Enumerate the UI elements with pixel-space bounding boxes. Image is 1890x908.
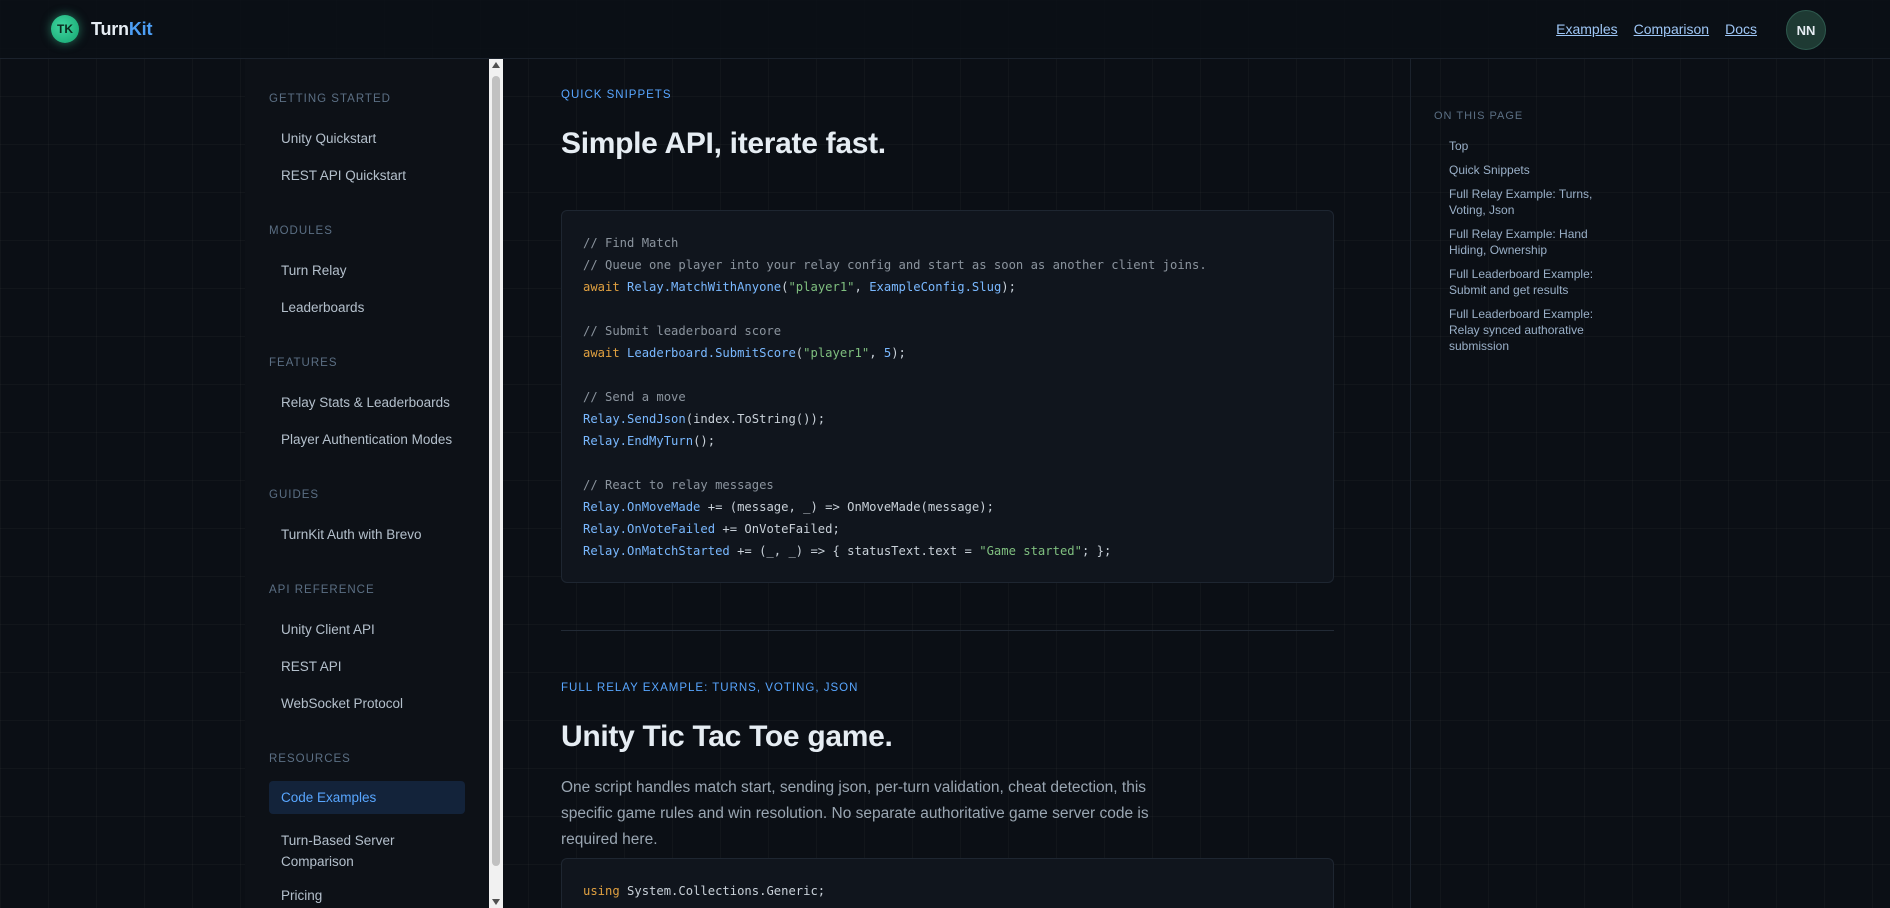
sidebar-section-title: GUIDES <box>269 489 320 501</box>
sidebar-item-unity-client-api[interactable]: Unity Client API <box>269 613 465 646</box>
code-line: using System.Collections.Generic; <box>583 880 1312 902</box>
code-token: Relay.SendJson <box>583 412 686 426</box>
code-token: // React to relay messages <box>583 478 774 492</box>
code-token: "Game started" <box>979 544 1082 558</box>
sidebar-section-title: RESOURCES <box>269 753 351 765</box>
turnkit-logo-icon: TK <box>51 15 79 43</box>
sidebar-scrollbar[interactable] <box>489 59 503 908</box>
sidebar-item-pricing[interactable]: Pricing <box>269 879 465 908</box>
code-token: (); <box>693 434 716 448</box>
brand-name-prefix: Turn <box>91 18 129 39</box>
code-token: ExampleConfig.Slug <box>869 280 1002 294</box>
code-line: Relay.SendJson(index.ToString()); <box>583 408 1312 430</box>
code-token: await <box>583 280 628 294</box>
code-token: Relay.OnVoteFailed <box>583 522 716 536</box>
sidebar-item-turn-relay[interactable]: Turn Relay <box>269 254 465 287</box>
top-header: TK TurnKit Examples Comparison Docs NN <box>0 0 1890 59</box>
code-token: ; }; <box>1081 544 1112 558</box>
user-avatar[interactable]: NN <box>1786 10 1826 50</box>
sidebar-section-title: GETTING STARTED <box>269 93 391 105</box>
sidebar-item-rest-api-quickstart[interactable]: REST API Quickstart <box>269 159 465 192</box>
code-line: // Queue one player into your relay conf… <box>583 254 1312 276</box>
code-token: += OnVoteFailed; <box>715 522 840 536</box>
code-line: Relay.OnVoteFailed += OnVoteFailed; <box>583 518 1312 540</box>
sidebar-item-player-auth-modes[interactable]: Player Authentication Modes <box>269 423 465 456</box>
code-token: Leaderboard.SubmitScore <box>627 346 796 360</box>
code-token: // Send a move <box>583 390 686 404</box>
code-token: Relay.MatchWithAnyone <box>627 280 782 294</box>
code-line: Relay.OnMoveMade += (message, _) => OnMo… <box>583 496 1312 518</box>
sidebar-item-relay-stats[interactable]: Relay Stats & Leaderboards <box>269 386 465 419</box>
brand-name: TurnKit <box>91 19 152 40</box>
code-token: Relay.OnMoveMade <box>583 500 701 514</box>
sidebar-section-title: API REFERENCE <box>269 584 375 596</box>
section-title-simple-api: Simple API, iterate fast. <box>561 127 886 160</box>
code-block-tic-tac-toe[interactable]: using System.Collections.Generic; <box>561 858 1334 908</box>
section-eyebrow-quick-snippets: QUICK SNIPPETS <box>561 89 672 101</box>
code-token: "player1" <box>803 346 870 360</box>
docs-sidebar: GETTING STARTED Unity Quickstart REST AP… <box>245 59 489 908</box>
sidebar-item-unity-quickstart[interactable]: Unity Quickstart <box>269 122 465 155</box>
toc-link-relay-hand-hiding[interactable]: Full Relay Example: Hand Hiding, Ownersh… <box>1449 226 1599 258</box>
sidebar-item-server-comparison[interactable]: Turn-Based Server Comparison <box>269 824 419 878</box>
code-token: // Submit leaderboard score <box>583 324 782 338</box>
nav-link-comparison[interactable]: Comparison <box>1634 21 1709 37</box>
scroll-down-arrow-icon[interactable] <box>492 899 500 905</box>
toc-divider <box>1410 59 1411 908</box>
code-line: Relay.OnMatchStarted += (_, _) => { stat… <box>583 540 1312 562</box>
code-token: , <box>869 346 884 360</box>
toc-link-relay-turns-voting[interactable]: Full Relay Example: Turns, Voting, Json <box>1449 186 1599 218</box>
code-token: // Find Match <box>583 236 679 250</box>
nav-link-examples[interactable]: Examples <box>1556 21 1617 37</box>
code-line: // React to relay messages <box>583 474 1312 496</box>
brand-name-suffix: Kit <box>128 18 153 39</box>
brand-logo[interactable]: TK TurnKit <box>51 15 152 43</box>
sidebar-item-rest-api[interactable]: REST API <box>269 650 465 683</box>
sidebar-item-websocket-protocol[interactable]: WebSocket Protocol <box>269 687 465 720</box>
code-token: using <box>583 884 628 898</box>
scrollbar-thumb[interactable] <box>492 76 500 866</box>
code-line: Relay.EndMyTurn(); <box>583 430 1312 452</box>
code-token: await <box>583 346 628 360</box>
code-token: += (_, _) => { statusText.text = <box>729 544 980 558</box>
code-token: "player1" <box>788 280 855 294</box>
section-eyebrow-full-relay-example: FULL RELAY EXAMPLE: TURNS, VOTING, JSON <box>561 682 859 694</box>
sidebar-item-code-examples[interactable]: Code Examples <box>269 781 465 814</box>
toc-link-leaderboard-relay-synced[interactable]: Full Leaderboard Example: Relay synced a… <box>1449 306 1599 354</box>
code-token: , <box>854 280 870 294</box>
toc-link-top[interactable]: Top <box>1449 138 1599 154</box>
section-divider <box>561 630 1334 631</box>
code-line: // Submit leaderboard score <box>583 320 1312 342</box>
scroll-up-arrow-icon[interactable] <box>492 62 500 68</box>
code-line: // Send a move <box>583 386 1312 408</box>
code-token: Relay.OnMatchStarted <box>583 544 730 558</box>
code-token: ); <box>1001 280 1016 294</box>
code-token: += (message, _) => OnMoveMade(message); <box>700 500 994 514</box>
sidebar-section-title: MODULES <box>269 225 333 237</box>
code-token: (index.ToString()); <box>685 412 826 426</box>
code-token: Relay.EndMyTurn <box>583 434 694 448</box>
sidebar-section-title: FEATURES <box>269 357 338 369</box>
section-description: One script handles match start, sending … <box>561 779 1149 848</box>
code-line: await Leaderboard.SubmitScore("player1",… <box>583 342 1312 364</box>
code-token: // Queue one player into your relay conf… <box>583 258 1207 272</box>
nav-link-docs[interactable]: Docs <box>1725 21 1757 37</box>
top-nav: Examples Comparison Docs <box>1556 21 1757 37</box>
code-line: await Relay.MatchWithAnyone("player1", E… <box>583 276 1312 298</box>
code-block-quick-snippets[interactable]: // Find Match // Queue one player into yo… <box>561 210 1334 583</box>
section-title-tic-tac-toe: Unity Tic Tac Toe game. <box>561 720 893 753</box>
code-line: // Find Match <box>583 232 1312 254</box>
toc-link-leaderboard-submit[interactable]: Full Leaderboard Example: Submit and get… <box>1449 266 1599 298</box>
sidebar-item-turnkit-auth-brevo[interactable]: TurnKit Auth with Brevo <box>269 518 465 551</box>
toc-title: ON THIS PAGE <box>1434 110 1524 122</box>
code-token: ); <box>891 346 906 360</box>
code-token: System.Collections.Generic; <box>627 884 826 898</box>
toc-link-quick-snippets[interactable]: Quick Snippets <box>1449 162 1599 178</box>
sidebar-item-leaderboards[interactable]: Leaderboards <box>269 291 465 324</box>
